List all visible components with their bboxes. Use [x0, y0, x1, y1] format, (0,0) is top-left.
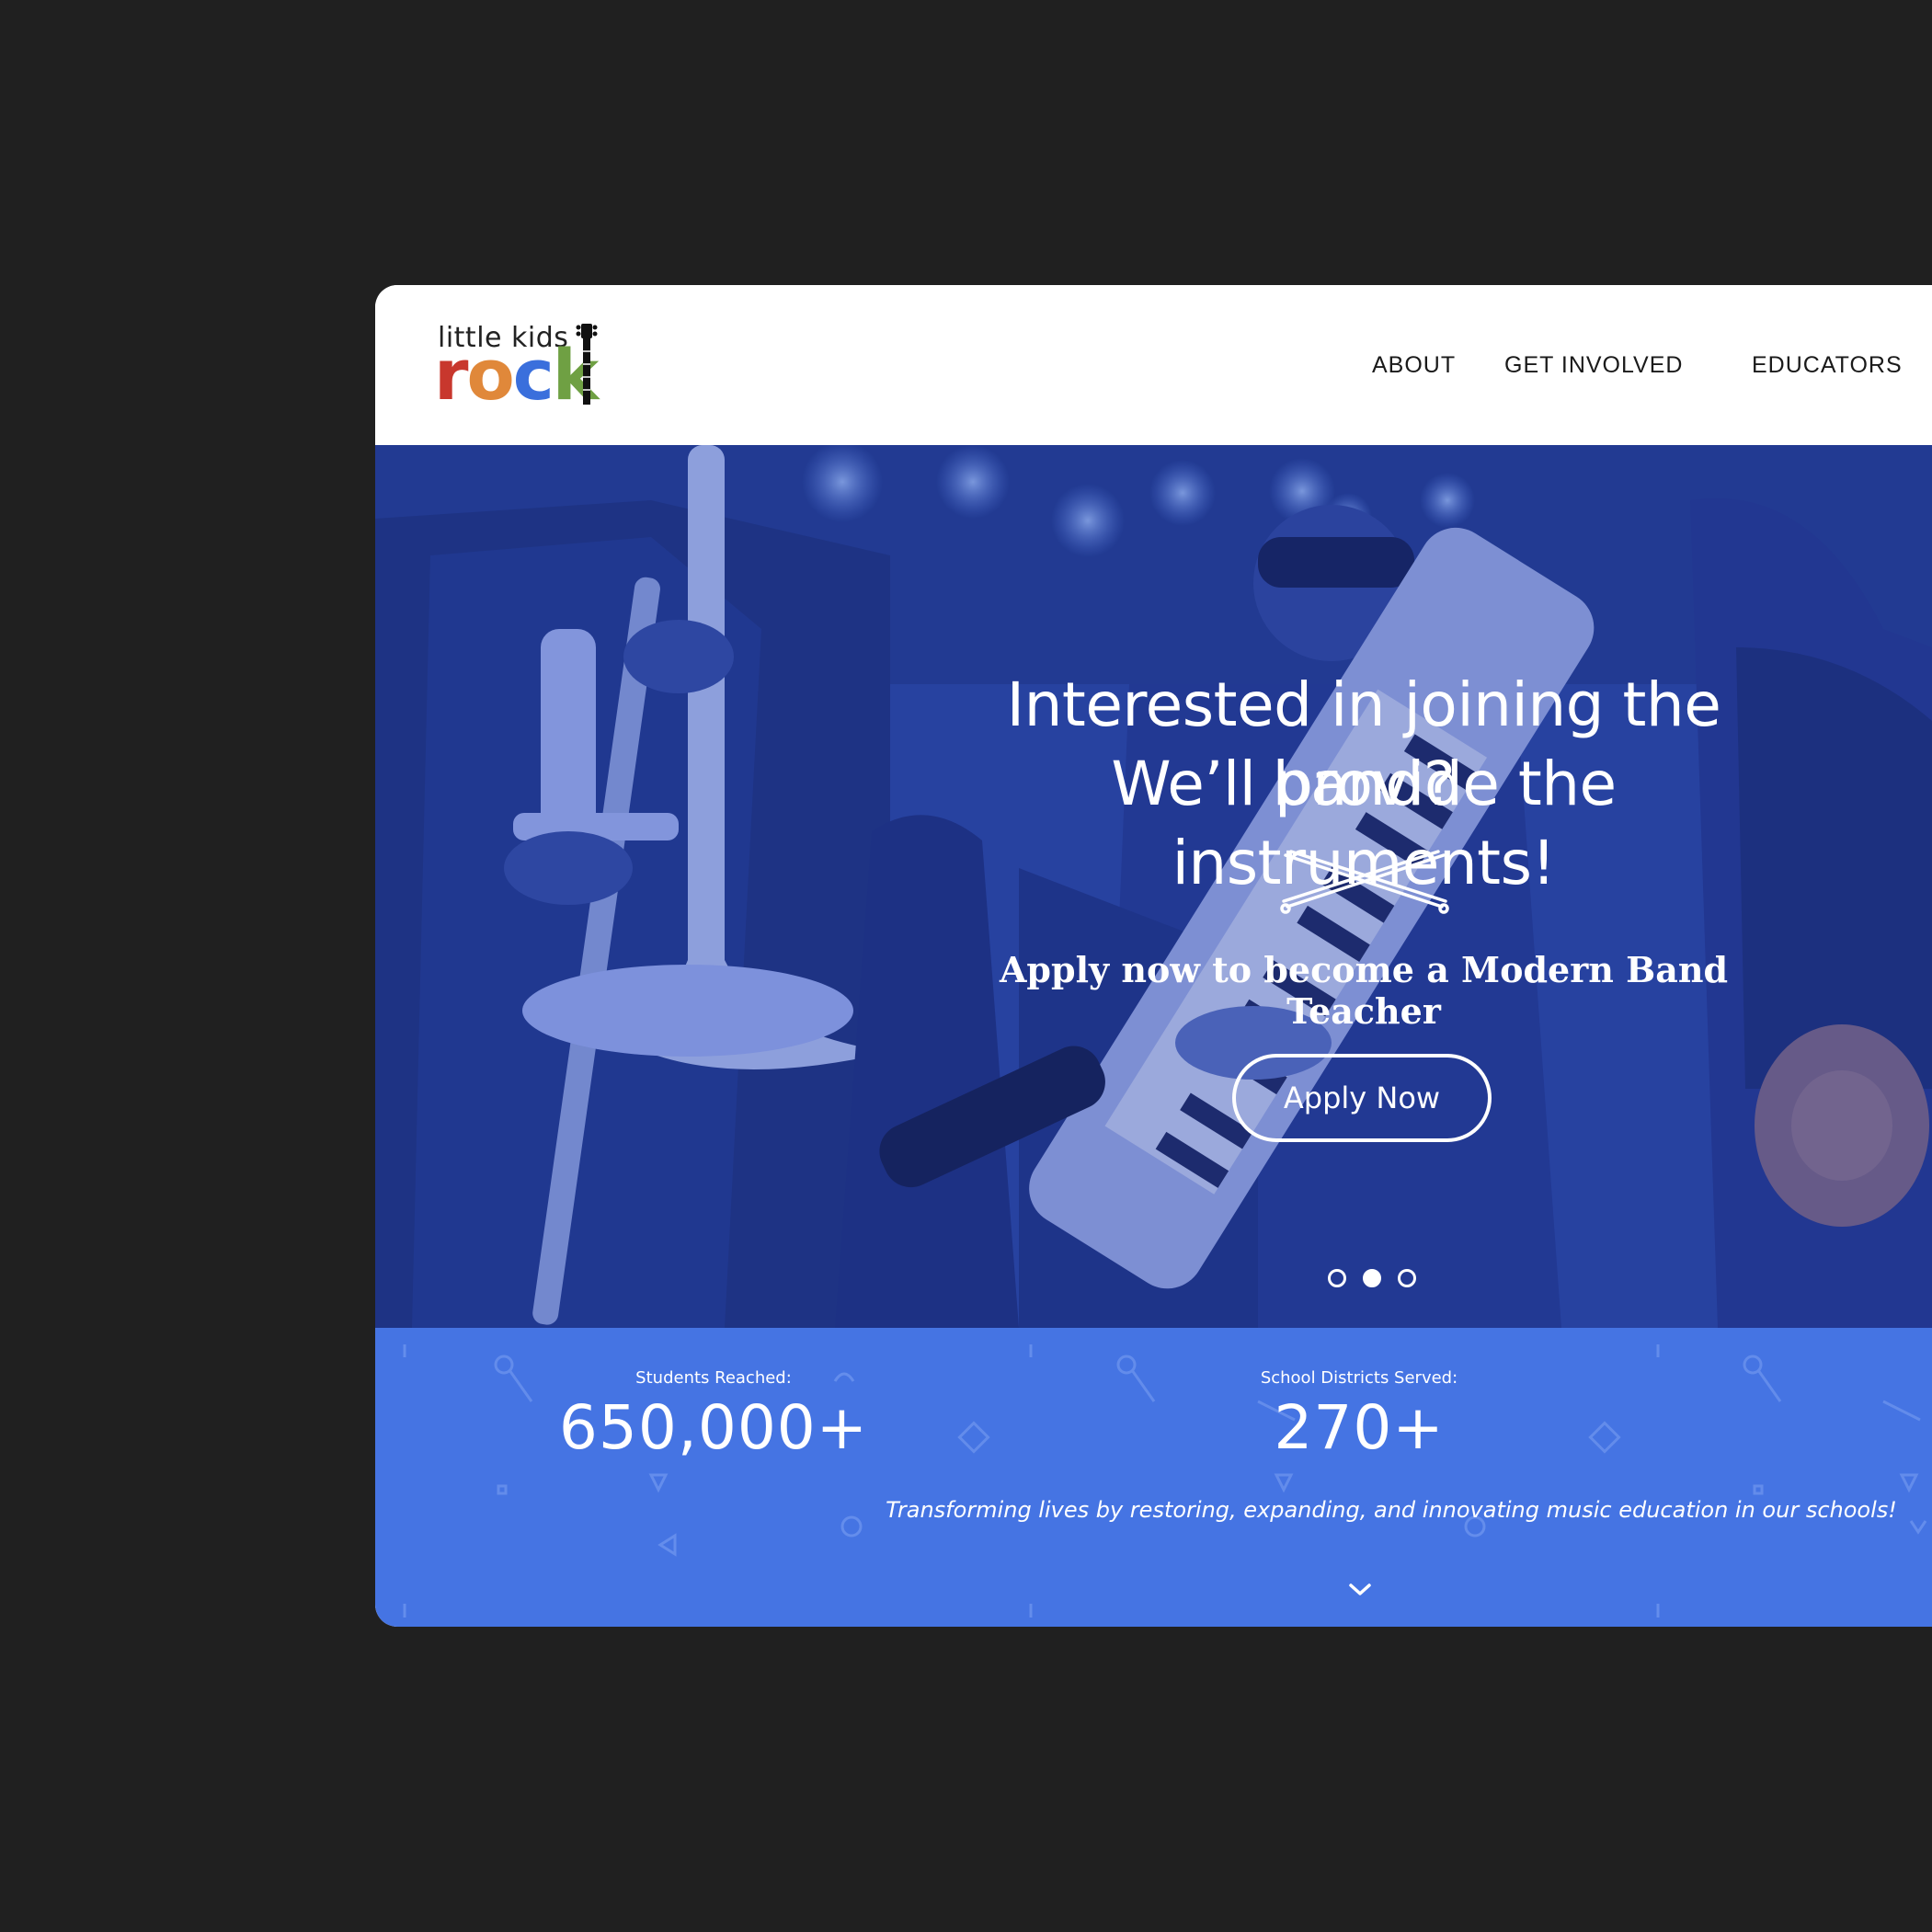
nav-get-involved[interactable]: GET INVOLVED [1504, 352, 1683, 379]
carousel-indicators [1328, 1269, 1416, 1287]
logo-word-rock: rock [434, 334, 599, 416]
logo-letter-r: r [434, 334, 469, 416]
nav-educators[interactable]: EDUCATORS [1752, 352, 1903, 379]
hero-carousel: Interested in joining the band? We’ll pr… [375, 445, 1932, 1328]
hero-subtitle: Apply now to become a Modern Band Teache… [999, 949, 1729, 1032]
carousel-dot-2[interactable] [1363, 1269, 1381, 1287]
logo-letter-c: c [512, 334, 554, 416]
apply-now-button[interactable]: Apply Now [1232, 1054, 1492, 1142]
carousel-dot-3[interactable] [1398, 1269, 1416, 1287]
guitar-icon [576, 324, 598, 405]
mission-tagline: Transforming lives by restoring, expandi… [886, 1497, 1897, 1523]
browser-window: little kids rock ABOUT GET INVOLVED EDUC… [375, 285, 1932, 1627]
stat-label-districts: School Districts Served: [1260, 1368, 1458, 1388]
logo-letter-o: o [466, 334, 514, 416]
little-kids-rock-logo[interactable]: little kids rock [434, 322, 640, 414]
site-header: little kids rock ABOUT GET INVOLVED EDUC… [375, 285, 1932, 445]
stat-value-students: 650,000+ [558, 1392, 869, 1463]
nav-about[interactable]: ABOUT [1372, 352, 1456, 379]
stats-band: Students Reached: 650,000+ School Distri… [375, 1328, 1932, 1627]
stat-label-students: Students Reached: [635, 1368, 792, 1388]
crossed-drumsticks-icon [1280, 850, 1449, 914]
chevron-down-icon[interactable] [1348, 1582, 1372, 1598]
carousel-dot-1[interactable] [1328, 1269, 1346, 1287]
stat-value-districts: 270+ [1274, 1392, 1445, 1463]
